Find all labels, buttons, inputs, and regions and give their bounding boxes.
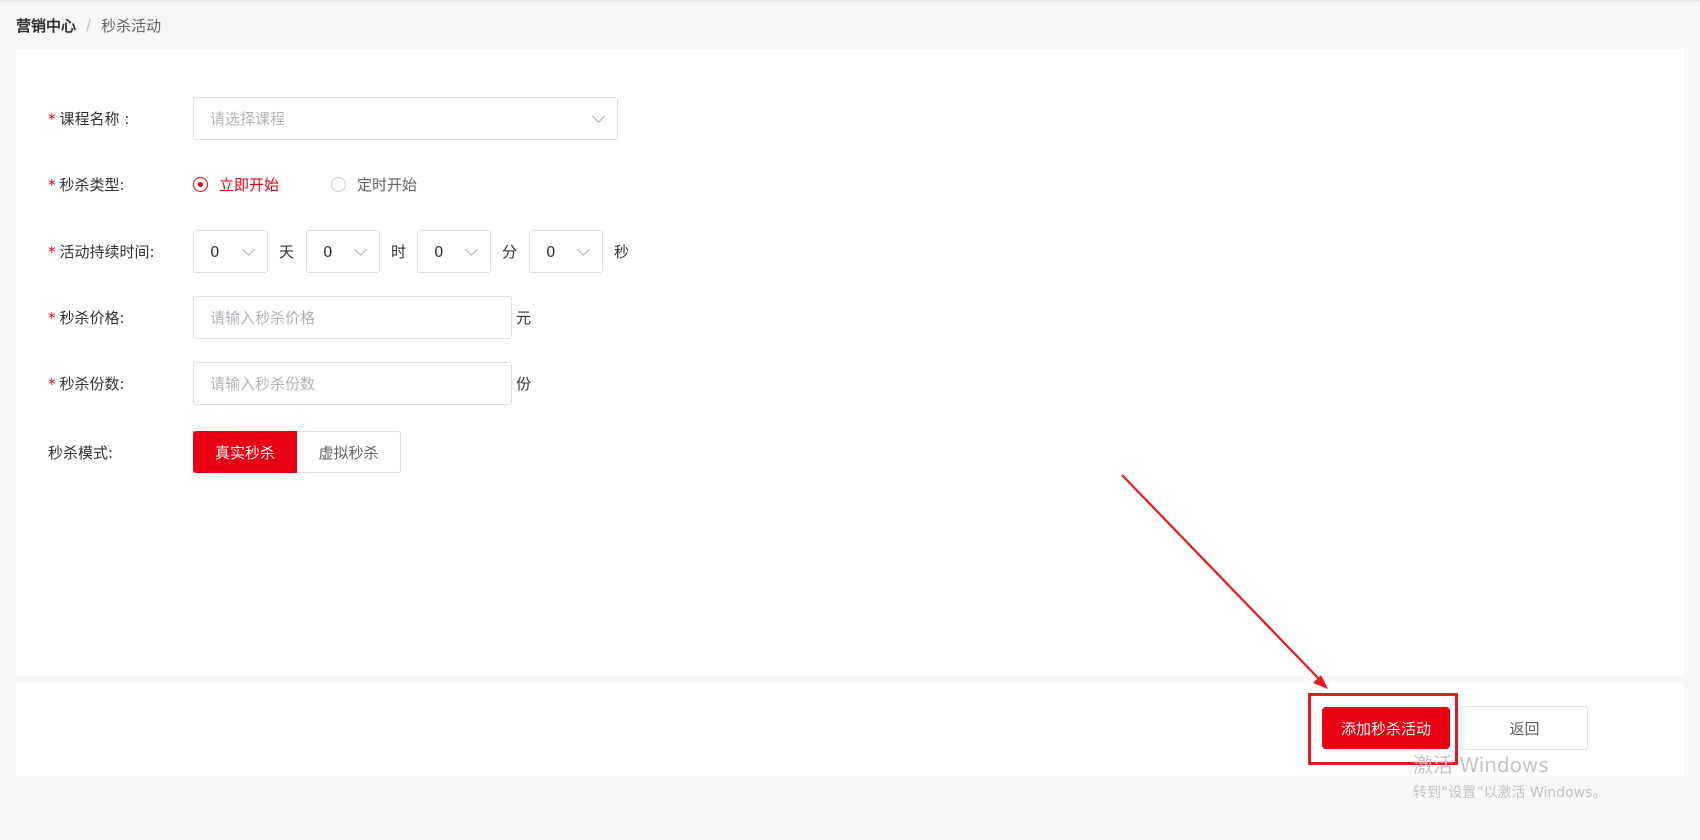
back-button[interactable]: 返回 [1461,706,1588,750]
windows-activation-watermark: 激活 Windows 转到“设置”以激活 Windows。 [1413,749,1606,802]
add-flash-sale-button[interactable]: 添加秒杀活动 [1322,707,1450,749]
watermark-subtitle: 转到“设置”以激活 Windows。 [1413,785,1607,801]
watermark-title: 激活 Windows [1413,753,1549,777]
